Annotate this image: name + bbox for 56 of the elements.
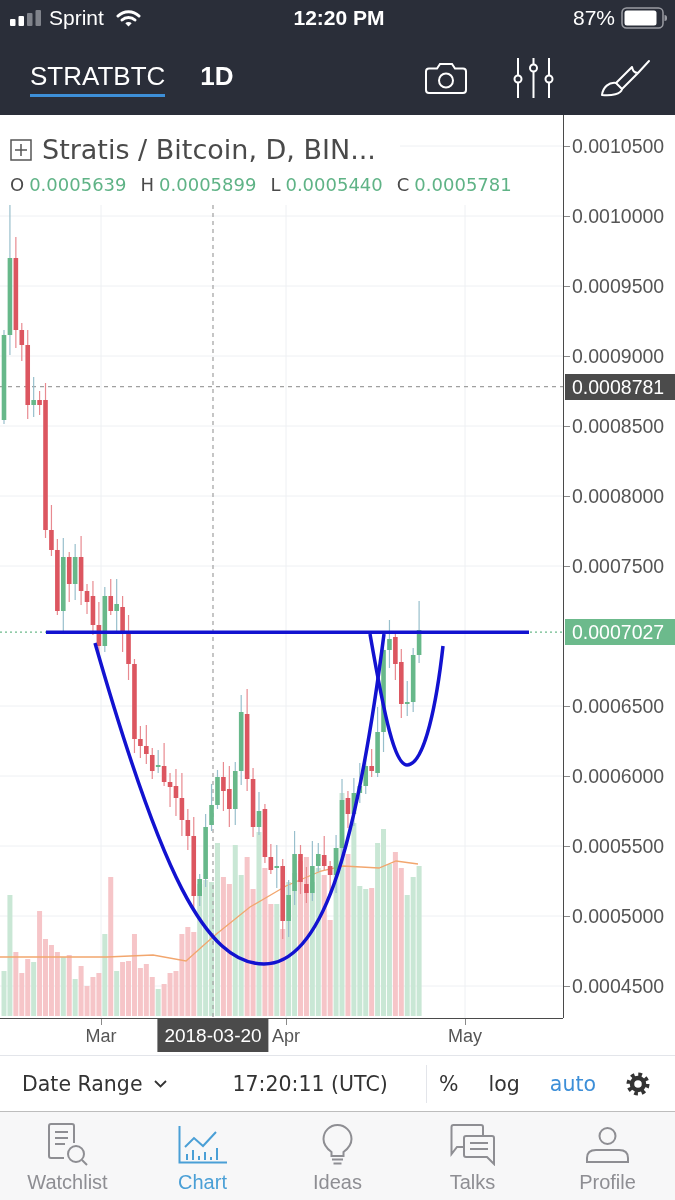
document-search-icon — [47, 1123, 88, 1166]
sliders-icon[interactable] — [513, 56, 554, 99]
symbol-selector[interactable]: STRATBTC — [30, 58, 166, 97]
crosshair-date-label: 2018-03-20 — [157, 1019, 269, 1052]
price-axis-label: 0.0004500 — [572, 975, 665, 997]
legend-value: 0.0005781 — [414, 174, 512, 196]
nav-tab[interactable]: Chart — [135, 1112, 270, 1200]
brush-icon[interactable] — [600, 58, 651, 97]
last-price-label: 0.0007027 — [565, 619, 675, 646]
camera-icon[interactable] — [425, 61, 467, 94]
price-axis-label: 0.0007500 — [572, 555, 665, 577]
price-axis-label: 0.0010000 — [572, 205, 665, 227]
chart-title: Stratis / Bitcoin, D, BIN... — [42, 134, 376, 166]
time-axis-label: Mar — [85, 1025, 117, 1047]
line-chart-icon — [178, 1125, 227, 1164]
interval-selector[interactable]: 1D — [200, 58, 234, 97]
plus-square-icon[interactable] — [10, 139, 32, 161]
legend-label: L — [270, 174, 281, 196]
legend-value: 0.0005899 — [159, 174, 257, 196]
legend-label: C — [396, 174, 410, 196]
time-axis-label: May — [448, 1025, 482, 1047]
price-axis-label: 0.0006000 — [572, 765, 665, 787]
speech-bubbles-icon — [450, 1123, 495, 1166]
settings-icon[interactable] — [626, 1071, 650, 1096]
scale-toggle[interactable]: log — [488, 1071, 520, 1096]
clock-text: 17:20:11 (UTC) — [232, 1071, 388, 1096]
battery-percent: 87% — [572, 6, 615, 30]
scale-toggle[interactable]: % — [439, 1071, 459, 1096]
scale-toggle[interactable]: auto — [549, 1071, 596, 1096]
price-axis-label: 0.0005500 — [572, 835, 665, 857]
nav-tab[interactable]: Ideas — [270, 1112, 405, 1200]
lightbulb-icon — [322, 1123, 353, 1166]
nav-tab[interactable]: Profile — [540, 1112, 675, 1200]
wifi-icon — [115, 9, 141, 27]
chevron-down-icon — [153, 1079, 167, 1088]
price-axis-label: 0.0010500 — [572, 135, 665, 157]
time-axis-label: Apr — [272, 1025, 300, 1047]
nav-tab[interactable]: Talks — [405, 1112, 540, 1200]
carrier-name: Sprint — [49, 6, 104, 30]
battery-icon — [621, 7, 668, 29]
legend-value: 0.0005639 — [29, 174, 127, 196]
signal-icon — [10, 10, 41, 26]
price-axis-label: 0.0008500 — [572, 415, 665, 437]
price-axis-label: 0.0009500 — [572, 275, 665, 297]
price-axis-label: 0.0006500 — [572, 695, 665, 717]
legend-value: 0.0005440 — [285, 174, 383, 196]
date-range-dropdown[interactable]: Date Range — [22, 1071, 167, 1096]
price-axis-label: 0.0005000 — [572, 905, 665, 927]
legend-label: H — [140, 174, 155, 196]
status-time: 12:20 PM — [293, 6, 385, 30]
crosshair-price-label: 0.0008781 — [565, 373, 675, 400]
price-axis-label: 0.0009000 — [572, 345, 665, 367]
price-axis-label: 0.0008000 — [572, 485, 665, 507]
legend-label: O — [10, 174, 25, 196]
person-icon — [585, 1126, 630, 1163]
nav-tab[interactable]: Watchlist — [0, 1112, 135, 1200]
